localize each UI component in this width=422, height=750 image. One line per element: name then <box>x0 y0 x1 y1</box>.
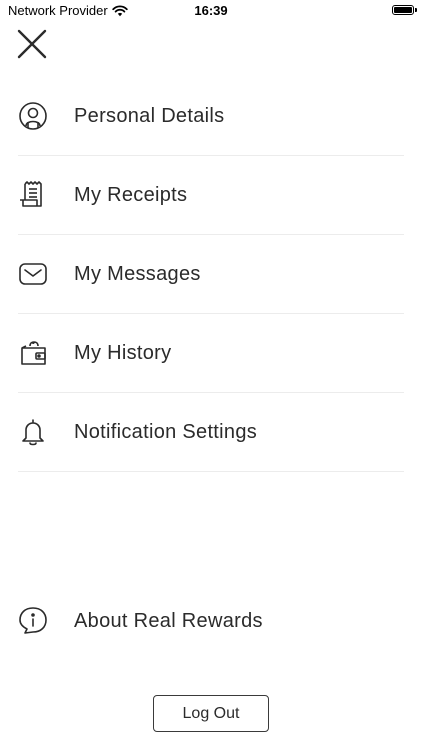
battery-icon <box>392 5 414 15</box>
mail-icon <box>18 259 48 289</box>
menu-item-my-receipts[interactable]: My Receipts <box>18 156 404 235</box>
battery-tip <box>415 8 417 12</box>
menu-item-label: My History <box>74 341 172 364</box>
menu-item-my-messages[interactable]: My Messages <box>18 235 404 314</box>
person-icon <box>18 101 48 131</box>
logout-button[interactable]: Log Out <box>153 695 269 732</box>
menu-item-label: My Receipts <box>74 183 188 206</box>
about-label: About Real Rewards <box>74 609 263 632</box>
close-button[interactable] <box>14 26 50 62</box>
wallet-icon <box>18 338 48 368</box>
bell-icon <box>18 417 48 447</box>
status-time: 16:39 <box>194 3 228 18</box>
close-icon <box>17 29 47 59</box>
about-real-rewards-item[interactable]: About Real Rewards <box>18 602 404 640</box>
status-bar: Network Provider 16:39 <box>0 0 422 22</box>
menu-item-personal-details[interactable]: Personal Details <box>18 77 404 156</box>
menu-item-label: Notification Settings <box>74 420 258 443</box>
receipt-icon <box>18 180 48 210</box>
menu-item-label: My Messages <box>74 262 201 285</box>
menu-item-notification-settings[interactable]: Notification Settings <box>18 393 404 472</box>
info-icon <box>18 606 48 636</box>
menu-item-label: Personal Details <box>74 104 225 127</box>
menu-list: Personal Details My Receipts My Messages <box>18 77 404 472</box>
menu-item-my-history[interactable]: My History <box>18 314 404 393</box>
